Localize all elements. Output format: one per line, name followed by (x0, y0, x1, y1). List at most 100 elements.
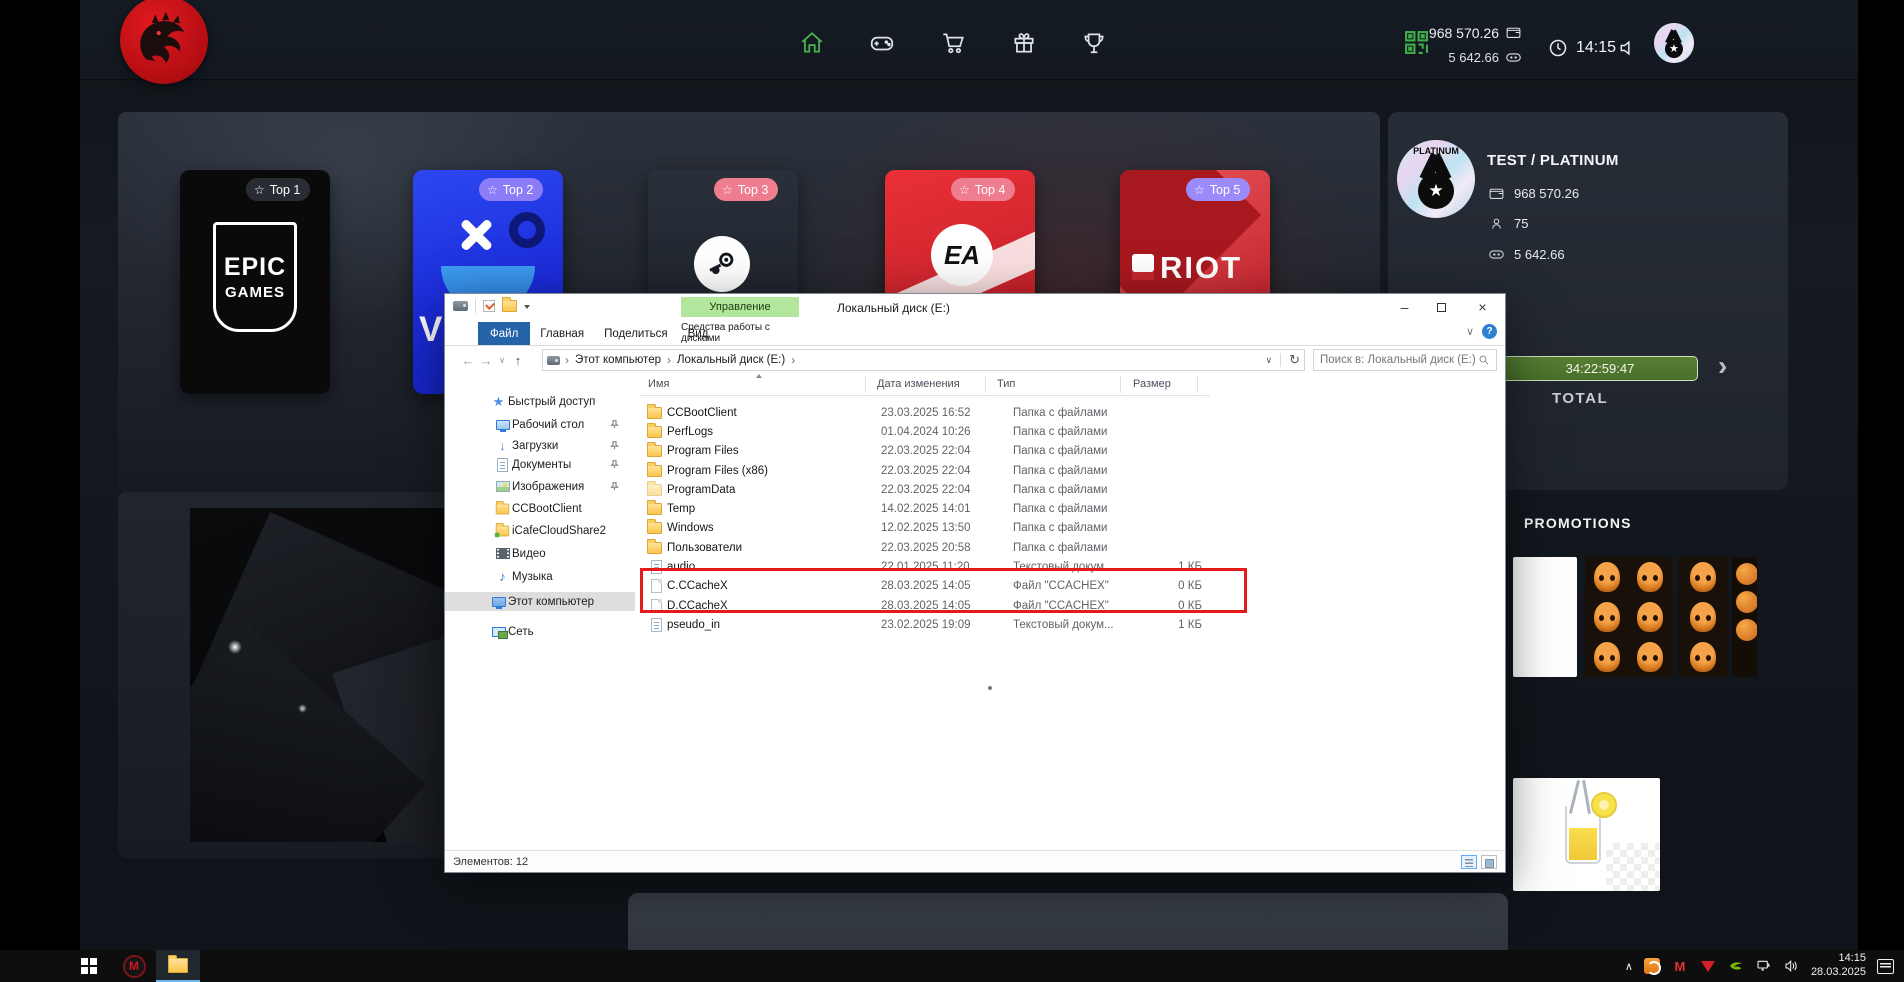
recent-locations-icon[interactable]: ∨ (495, 355, 509, 366)
help-icon[interactable]: ? (1482, 324, 1497, 339)
transparency-checker (1606, 843, 1660, 891)
launcher-logo[interactable] (120, 0, 208, 84)
cart-icon[interactable] (939, 29, 967, 57)
wallet-icon (1505, 24, 1522, 41)
nav-ccbootclient[interactable]: CCBootClient (445, 499, 635, 518)
forward-button[interactable]: → (477, 353, 495, 368)
tab-file[interactable]: Файл (478, 322, 530, 345)
balance-primary[interactable]: 968 570.26 (1410, 24, 1522, 41)
nav-pictures[interactable]: Изображения (445, 477, 635, 496)
riot-fist-icon (1132, 254, 1154, 280)
nav-downloads[interactable]: ↓ Загрузки (445, 436, 635, 455)
promo-banner-skulls-2[interactable] (1678, 557, 1728, 677)
computer-icon (491, 597, 506, 607)
home-icon[interactable] (798, 29, 826, 57)
folder-icon (647, 503, 662, 515)
refresh-icon[interactable]: ↻ (1289, 352, 1300, 368)
riot-logo: RIOT (1160, 250, 1242, 286)
file-row[interactable]: Program Files (x86)22.03.2025 22:04 Папк… (640, 461, 1202, 480)
address-dropdown-icon[interactable]: ∨ (1266, 355, 1273, 366)
drive-icon (547, 356, 560, 365)
expand-chevron-icon[interactable]: › (1718, 350, 1727, 382)
time-remaining-bar: 34:22:59:47 (1502, 356, 1698, 381)
speaker-icon[interactable] (1618, 38, 1638, 63)
orange-ball-shape (1736, 563, 1757, 585)
minimize-button[interactable]: – (1386, 294, 1423, 320)
nav-this-pc[interactable]: Этот компьютер (445, 592, 635, 611)
promo-banner-lemonade[interactable] (1513, 778, 1660, 891)
close-button[interactable]: × (1460, 294, 1505, 320)
m-app-icon: M (123, 955, 146, 978)
balance-secondary[interactable]: 5 642.66 (1410, 49, 1522, 66)
epic-games-logo: EPIC GAMES (213, 222, 297, 332)
column-name[interactable]: Имя (648, 378, 669, 390)
topbar-time: 14:15 (1576, 39, 1616, 57)
promo-banner-skulls[interactable] (1585, 557, 1672, 677)
breadcrumb-this-pc[interactable]: Этот компьютер (569, 354, 667, 366)
file-row[interactable]: Program Files22.03.2025 22:04 Папка с фа… (640, 442, 1202, 461)
quick-access-toolbar (453, 299, 530, 313)
ribbon-collapse-icon[interactable]: ∨ (1466, 325, 1474, 338)
tab-home[interactable]: Главная (530, 322, 594, 345)
file-row[interactable]: PerfLogs01.04.2024 10:26 Папка с файлами (640, 422, 1202, 441)
taskbar-clock[interactable]: 14:15 28.03.2025 (1811, 952, 1866, 980)
details-view-button[interactable] (1461, 855, 1477, 869)
file-row[interactable]: ProgramData22.03.2025 22:04 Папка с файл… (640, 480, 1202, 499)
taskbar-launcher-app[interactable]: M (112, 950, 156, 982)
promo-banner-blank[interactable] (1513, 557, 1577, 677)
column-date-modified[interactable]: Дата изменения (877, 378, 960, 390)
maximize-button[interactable] (1423, 294, 1460, 320)
tray-orange-app-icon[interactable] (1643, 957, 1661, 975)
file-row[interactable]: Пользователи22.03.2025 20:58 Папка с фай… (640, 538, 1202, 557)
medal-star-icon: ★ (1418, 173, 1454, 209)
trophy-icon[interactable] (1080, 29, 1108, 57)
thumbnail-view-button[interactable] (1481, 855, 1497, 869)
file-row[interactable]: pseudo_in23.02.2025 19:09 Текстовый доку… (640, 615, 1202, 634)
tray-m-app-icon[interactable]: M (1671, 957, 1689, 975)
folder-icon (647, 426, 662, 438)
file-row[interactable]: Temp14.02.2025 14:01 Папка с файлами (640, 499, 1202, 518)
column-size[interactable]: Размер (1133, 378, 1171, 390)
back-button[interactable]: ← (459, 353, 477, 368)
screen: 968 570.26 5 642.66 14:15 ★ (0, 0, 1904, 982)
column-type[interactable]: Тип (997, 378, 1015, 390)
up-button[interactable]: ↑ (509, 353, 527, 368)
tray-download-icon[interactable] (1699, 957, 1717, 975)
wallet-icon (1488, 185, 1505, 202)
action-center-icon[interactable] (1876, 957, 1894, 975)
nav-network[interactable]: Сеть (445, 622, 635, 641)
file-row[interactable]: Windows12.02.2025 13:50 Папка с файлами (640, 519, 1202, 538)
tray-expand-icon[interactable]: ∧ (1625, 960, 1633, 973)
qat-new-folder-icon[interactable] (502, 300, 517, 312)
qat-properties-icon[interactable] (483, 300, 495, 312)
tray-network-icon[interactable] (1755, 957, 1773, 975)
tab-share[interactable]: Поделиться (594, 322, 678, 345)
address-row: ← → ∨ ↑ › Этот компьютер › Локальный дис… (445, 347, 1505, 373)
gift-icon[interactable] (1010, 29, 1038, 57)
promo-banner-cut[interactable] (1732, 557, 1757, 677)
nav-videos[interactable]: Видео (445, 544, 635, 563)
tab-drive-tools[interactable]: Средства работы с дисками (681, 322, 799, 344)
nav-icafecloudshare2[interactable]: iCafeCloudShare2 (445, 521, 635, 540)
nav-documents[interactable]: Документы (445, 455, 635, 474)
game-card-epic[interactable]: EPIC GAMES ☆Top 1 (180, 170, 330, 394)
nav-desktop[interactable]: Рабочий стол (445, 415, 635, 434)
pin-icon (610, 482, 619, 491)
gamepad-icon[interactable] (868, 29, 896, 57)
file-row[interactable]: CCBootClient23.03.2025 16:52 Папка с фай… (640, 403, 1202, 422)
nav-music[interactable]: ♪ Музыка (445, 567, 635, 586)
tray-nvidia-icon[interactable] (1727, 957, 1745, 975)
user-avatar[interactable]: ★ (1654, 23, 1694, 63)
address-bar[interactable]: › Этот компьютер › Локальный диск (E:) ›… (542, 349, 1305, 371)
profile-name: TEST / PLATINUM (1487, 152, 1619, 169)
breadcrumb-local-disk-e[interactable]: Локальный диск (E:) (671, 354, 791, 366)
windows-logo-icon (81, 958, 97, 974)
search-box[interactable]: Поиск в: Локальный диск (E:) (1313, 349, 1497, 371)
nav-quick-access[interactable]: ★ Быстрый доступ (445, 392, 635, 411)
tray-speaker-icon[interactable] (1783, 957, 1801, 975)
platinum-medal-avatar[interactable]: PLATINUM ★ (1397, 140, 1475, 218)
start-button[interactable] (66, 950, 112, 982)
profile-balance-row: 968 570.26 (1488, 185, 1579, 202)
qat-customize-icon[interactable] (524, 305, 530, 312)
taskbar-explorer-app[interactable] (156, 950, 200, 982)
